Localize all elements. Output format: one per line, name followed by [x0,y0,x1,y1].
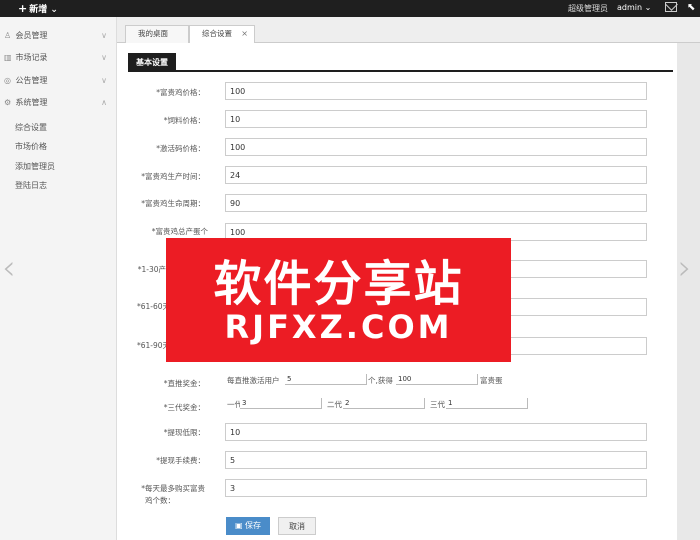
life-cycle-input[interactable]: 90 [225,194,647,212]
user-role: 超级管理员 [568,4,608,13]
sidebar-item-system[interactable]: ⚙ 系统管理 ∧ [0,92,117,114]
sidebar-sub-item-login-log[interactable]: 登陆日志 [15,180,47,191]
sidebar-item-notice[interactable]: ◎ 公告管理 ∨ [0,70,117,92]
prev-arrow-icon[interactable]: ‹ [2,248,16,288]
field-label: *富贵鸡生命周期： [141,199,205,208]
gen2-input[interactable]: 2 [343,398,425,409]
chevron-down-icon: ∨ [101,31,107,40]
field-label: *每天最多购买富贵 [141,484,205,493]
tab-desktop[interactable]: 我的桌面 [125,25,189,43]
pin-icon[interactable]: ⬉ [687,2,695,13]
direct-bonus-text: 个,获得 [368,376,393,385]
activation-code-price-input[interactable]: 100 [225,138,647,156]
plus-icon: + [18,2,28,15]
sidebar-item-member[interactable]: ♙ 会员管理 ∨ [0,25,117,47]
withdraw-min-input[interactable]: 10 [225,423,647,441]
field-label: *1-30产 [137,265,166,274]
direct-reward-input[interactable]: 100 [396,374,478,385]
field-label: *饲料价格： [163,116,205,125]
save-icon: ▣ [234,521,243,530]
notice-icon: ◎ [4,76,11,85]
field-label: *提现手续费： [156,456,205,465]
field-label: *富贵鸡价格： [156,88,205,97]
field-label: *富贵鸡生产时间： [141,172,205,181]
direct-bonus-text: 每直推激活用户 [227,376,280,385]
production-time-input[interactable]: 24 [225,166,647,184]
field-label: *激活码价格： [156,144,205,153]
direct-users-input[interactable]: 5 [285,374,367,385]
chicken-price-input[interactable]: 100 [225,82,647,100]
chevron-up-icon: ∧ [101,98,107,107]
field-label: 鸡个数： [145,496,175,505]
user-icon: ♙ [4,31,12,40]
tab-label: 综合设置 [202,29,232,38]
new-menu-button[interactable]: + 新增 ⌄ [18,2,58,15]
top-bar: + 新增 ⌄ 超级管理员 admin ⌄ ⬉ [0,0,700,17]
tab-label: 我的桌面 [138,29,168,38]
sidebar-item-label: 公告管理 [15,76,48,85]
new-label: 新增 [29,5,48,15]
sidebar-sub-item-price[interactable]: 市场价格 [15,141,47,152]
mail-icon[interactable] [665,2,677,12]
direct-bonus-text: 富贵蛋 [480,376,503,385]
chevron-down-icon: ∨ [101,53,107,62]
field-label: *提现低限： [163,428,205,437]
gear-icon: ⚙ [4,98,12,107]
tab-bar: 我的桌面 综合设置 × [117,17,700,43]
sidebar-item-label: 会员管理 [15,31,48,40]
close-icon[interactable]: × [241,26,248,42]
tab-settings[interactable]: 综合设置 × [189,25,255,43]
feed-price-input[interactable]: 10 [225,110,647,128]
field-label: *富贵鸡总产蛋个 [151,227,208,236]
save-label: 保存 [245,521,262,530]
gen2-label: 二代 [327,400,342,409]
watermark-banner: 软件分享站 RJFXZ.COM [166,238,511,362]
sidebar-item-label: 系统管理 [15,98,48,107]
panel-title: 基本设置 [128,53,176,72]
sidebar: ♙ 会员管理 ∨ ▥ 市场记录 ∨ ◎ 公告管理 ∨ ⚙ 系统管理 ∧ 综合设置 市场价… [0,17,117,540]
panel-header: 基本设置 [128,53,673,72]
daily-max-purchase-input[interactable]: 3 [225,479,647,497]
chevron-down-icon: ∨ [101,76,107,85]
save-button[interactable]: ▣ 保存 [226,517,270,535]
sidebar-sub-item-settings[interactable]: 综合设置 [15,122,47,133]
field-label: *61-90天 [136,341,170,350]
user-menu[interactable]: admin ⌄ [617,3,651,12]
withdraw-fee-input[interactable]: 5 [225,451,647,469]
gen3-input[interactable]: 1 [446,398,528,409]
sidebar-item-label: 市场记录 [15,53,48,62]
gen1-input[interactable]: 3 [240,398,322,409]
watermark-title: 软件分享站 [213,256,464,312]
field-label: *直推奖金： [163,379,205,388]
username: admin [617,3,643,12]
next-arrow-icon[interactable]: › [678,248,692,288]
sidebar-item-market[interactable]: ▥ 市场记录 ∨ [0,47,117,69]
chart-icon: ▥ [4,53,12,62]
field-label: *三代奖金： [163,403,205,412]
gen3-label: 三代 [430,400,445,409]
cancel-button[interactable]: 取消 [278,517,316,535]
watermark-url: RJFXZ.COM [224,308,453,346]
field-label: *61-60天 [136,302,170,311]
sidebar-sub-item-add-admin[interactable]: 添加管理员 [15,161,55,172]
